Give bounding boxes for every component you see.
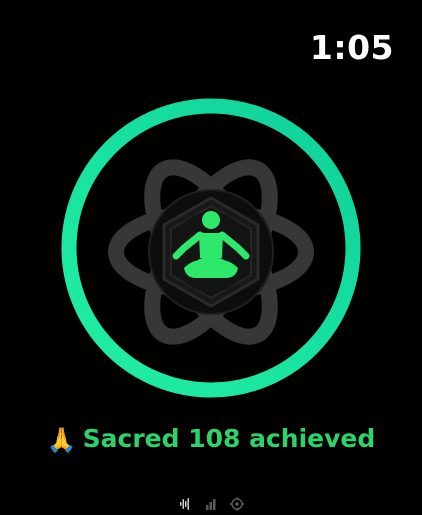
folded-hands-icon: 🙏: [46, 426, 77, 454]
bar-chart-icon[interactable]: [204, 496, 218, 510]
meditation-progress: [0, 0, 422, 430]
progress-ring-graphic: [61, 98, 361, 398]
page-indicators[interactable]: [0, 496, 422, 512]
waveform-icon[interactable]: [178, 496, 192, 510]
achievement-message: 🙏 Sacred 108 achieved: [0, 424, 422, 454]
achievement-text: Sacred 108 achieved: [82, 424, 376, 453]
settings-icon[interactable]: [229, 496, 245, 512]
